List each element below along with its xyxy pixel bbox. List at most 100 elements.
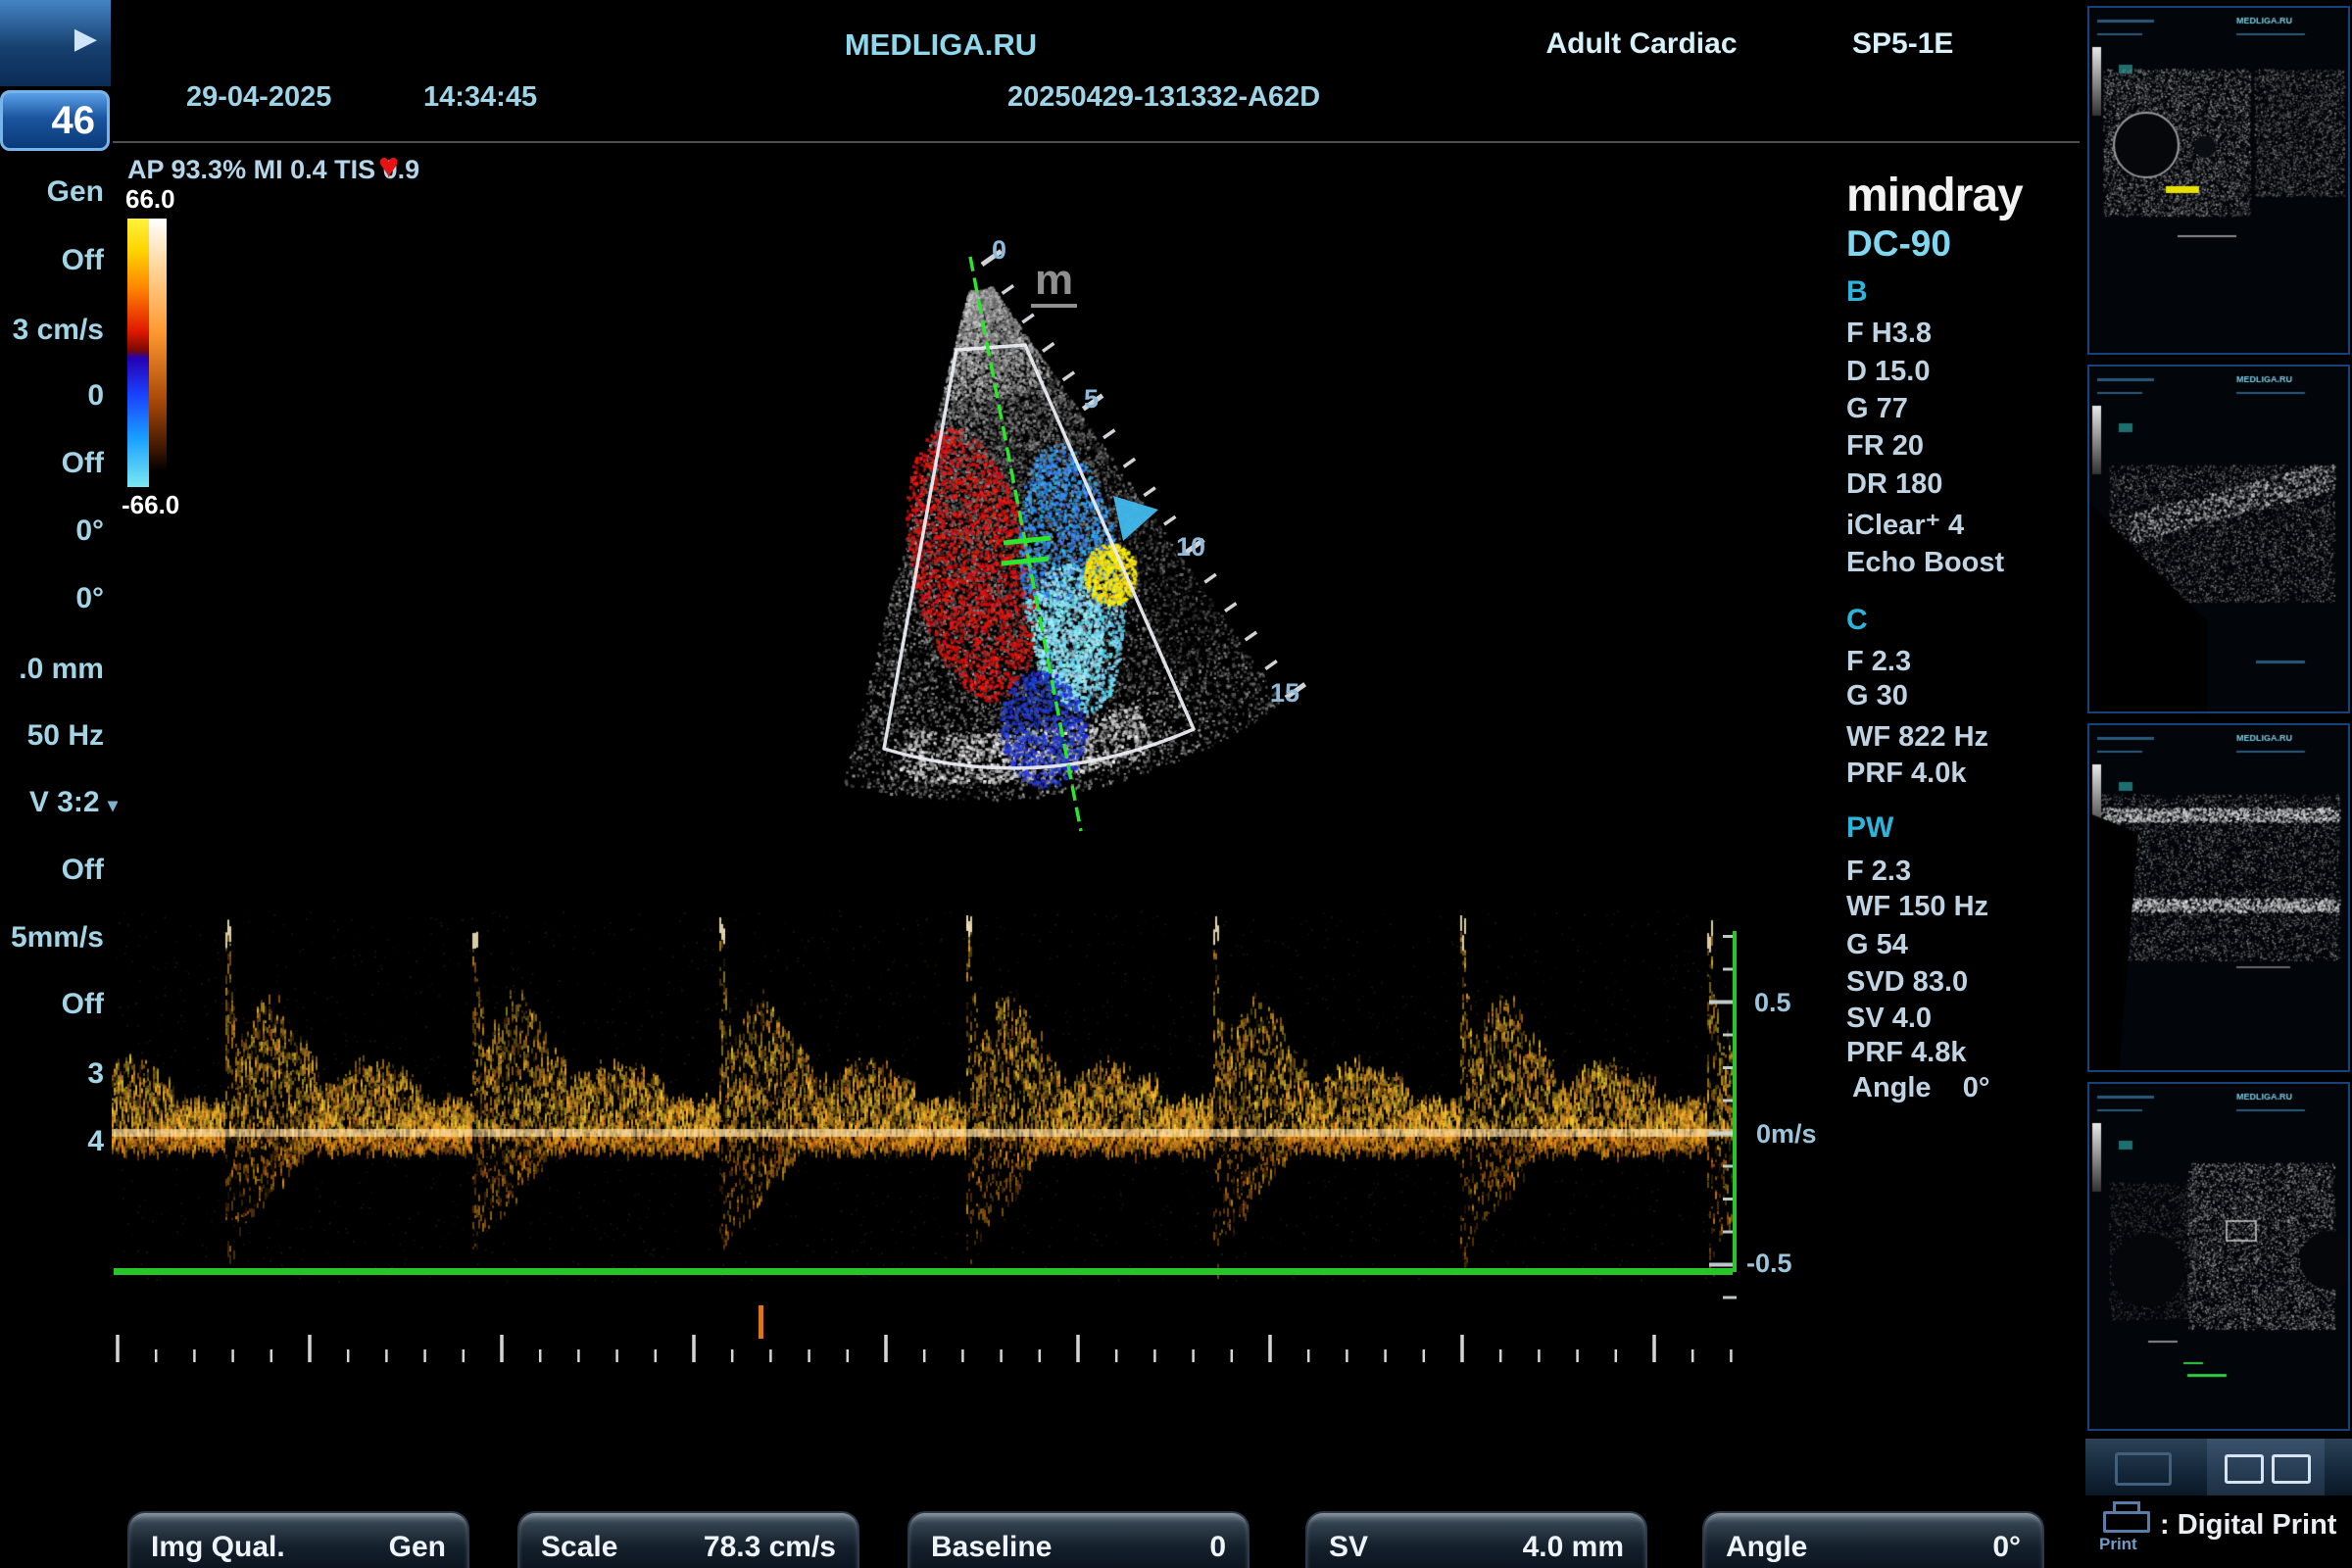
sweep-cursor-line: [1733, 931, 1737, 1272]
digital-print-status: : Digital Print: [2160, 1509, 2336, 1542]
control-angle[interactable]: Angle 0°: [1702, 1511, 2044, 1568]
pw-param-6: Angle 0°: [1852, 1072, 1990, 1104]
sidebar-item-9-label: V 3:2: [29, 786, 100, 818]
depth-ruler: [982, 251, 1305, 698]
control-sv[interactable]: SV 4.0 mm: [1305, 1511, 1647, 1568]
control-value: 4.0 mm: [1523, 1531, 1624, 1564]
printer-icon-body: [2103, 1511, 2150, 1533]
b-param-2: G 77: [1846, 393, 1908, 425]
control-label: SV: [1329, 1531, 1368, 1564]
print-sep: :: [2160, 1509, 2170, 1541]
sidebar-item-0[interactable]: Gen: [0, 173, 104, 211]
brand-logo: mindray: [1846, 169, 2023, 222]
doppler-cursor-line[interactable]: [970, 257, 1081, 831]
ultrasound-screen: ▶ 46 MEDLIGA.RU Adult Cardiac SP5-1E 29-…: [0, 0, 2352, 1568]
control-scale[interactable]: Scale 78.3 cm/s: [517, 1511, 859, 1568]
control-value: 0: [1209, 1531, 1226, 1564]
control-value: 0°: [1992, 1531, 2021, 1564]
control-value: 78.3 cm/s: [704, 1531, 836, 1564]
control-img-qual[interactable]: Img Qual.Gen: [127, 1511, 469, 1568]
control-label: Img Qual.: [151, 1531, 285, 1564]
sidebar-item-14[interactable]: 4: [0, 1123, 104, 1160]
b-param-3: FR 20: [1846, 430, 1924, 463]
b-param-4: DR 180: [1846, 468, 1942, 501]
b-param-1: D 15.0: [1846, 356, 1930, 388]
depth-label-5: 5: [1084, 384, 1099, 415]
c-param-2: WF 822 Hz: [1846, 721, 1988, 754]
control-label: Angle: [1726, 1531, 1807, 1564]
pw-param-1: WF 150 Hz: [1846, 891, 1988, 923]
play-icon[interactable]: ▶: [74, 22, 97, 56]
c-param-0: F 2.3: [1846, 646, 1911, 678]
depth-label-15: 15: [1270, 678, 1299, 709]
exam-time: 14:34:45: [423, 81, 537, 114]
acoustic-status: AP 93.3% MI 0.4 TIS 0.9: [127, 155, 419, 185]
thumbnail-pager: [2085, 1439, 2352, 1495]
site-title: MEDLIGA.RU: [813, 27, 1068, 63]
b-param-6: Echo Boost: [1846, 547, 2004, 579]
frame-counter[interactable]: 46: [0, 90, 110, 151]
sidebar-item-9-dropdown[interactable]: V 3:2 ▾: [0, 784, 118, 821]
frame-number: 46: [52, 99, 96, 143]
sidebar-item-6[interactable]: 0°: [0, 580, 104, 617]
color-roi-box[interactable]: [884, 345, 1194, 768]
print-label: Print: [2099, 1535, 2137, 1554]
pw-param-0: F 2.3: [1846, 856, 1911, 888]
sample-gate-upper[interactable]: [1004, 538, 1051, 543]
pw-param-4: SV 4.0: [1846, 1003, 1932, 1035]
page-two-icon[interactable]: [2272, 1454, 2311, 1484]
print-button[interactable]: Print: [2099, 1501, 2154, 1560]
sidebar-item-8[interactable]: 50 Hz: [0, 717, 104, 755]
spectral-artifact: [759, 1305, 763, 1339]
thumbnail-3[interactable]: [2087, 723, 2350, 1072]
thumbnail-4[interactable]: [2087, 1082, 2350, 1431]
sidebar-item-12[interactable]: Off: [0, 986, 104, 1023]
single-view-icon[interactable]: [2115, 1452, 2172, 1486]
digital-print-label: Digital Print: [2178, 1509, 2337, 1541]
spectral-baseline-bar[interactable]: [114, 1268, 1733, 1275]
section-title-c: C: [1846, 604, 1868, 637]
pw-gain-bar: [149, 219, 167, 471]
sidebar-item-11[interactable]: 5mm/s: [0, 919, 104, 956]
thumbnail-1[interactable]: [2087, 6, 2350, 355]
control-baseline[interactable]: Baseline 0: [907, 1511, 1250, 1568]
sidebar-item-13[interactable]: 3: [0, 1055, 104, 1093]
exam-id: 20250429-131332-A62D: [1007, 81, 1320, 114]
page-one-icon[interactable]: [2225, 1454, 2264, 1484]
dropdown-caret-icon: ▾: [108, 795, 118, 816]
sidebar-item-10[interactable]: Off: [0, 852, 104, 889]
spectral-scale-zero: 0m/s: [1756, 1119, 1817, 1150]
color-doppler-bar: [127, 219, 149, 487]
colorbar-min: -66.0: [122, 490, 179, 520]
pw-param-3: SVD 83.0: [1846, 966, 1968, 999]
section-title-b: B: [1846, 275, 1868, 309]
colorbar-max: 66.0: [125, 184, 175, 215]
spectral-scale-pos: 0.5: [1754, 988, 1791, 1018]
thumbnail-2[interactable]: [2087, 365, 2350, 713]
heart-icon: ♥: [378, 145, 399, 186]
sidebar-item-1[interactable]: Off: [0, 242, 104, 279]
sidebar-item-5[interactable]: 0°: [0, 513, 104, 550]
section-title-pw: PW: [1846, 811, 1893, 845]
time-ruler: [118, 1335, 1731, 1362]
spectral-scale-neg: -0.5: [1746, 1249, 1792, 1279]
depth-label-0: 0: [992, 235, 1006, 266]
control-label: Scale: [541, 1531, 617, 1564]
spectral-scale-ruler: [1709, 937, 1737, 1298]
sidebar-item-2[interactable]: 3 cm/s: [0, 312, 104, 349]
control-label: Baseline: [931, 1531, 1052, 1564]
pager-active-segment: [2207, 1439, 2325, 1495]
c-param-3: PRF 4.0k: [1846, 758, 1967, 790]
b-param-5: iClear⁺ 4: [1846, 508, 1964, 542]
exam-date: 29-04-2025: [186, 81, 331, 114]
exam-preset[interactable]: Adult Cardiac: [1529, 27, 1754, 61]
cine-box[interactable]: ▶: [0, 0, 111, 86]
c-param-1: G 30: [1846, 680, 1908, 712]
sample-gate-lower[interactable]: [1002, 559, 1049, 564]
sidebar-item-3[interactable]: 0: [0, 377, 104, 415]
pw-param-5: PRF 4.8k: [1846, 1037, 1967, 1069]
orientation-watermark: m: [1031, 259, 1077, 308]
sidebar-item-4[interactable]: Off: [0, 445, 104, 482]
probe-name[interactable]: SP5-1E: [1852, 27, 1953, 61]
sidebar-item-7[interactable]: .0 mm: [0, 651, 104, 688]
